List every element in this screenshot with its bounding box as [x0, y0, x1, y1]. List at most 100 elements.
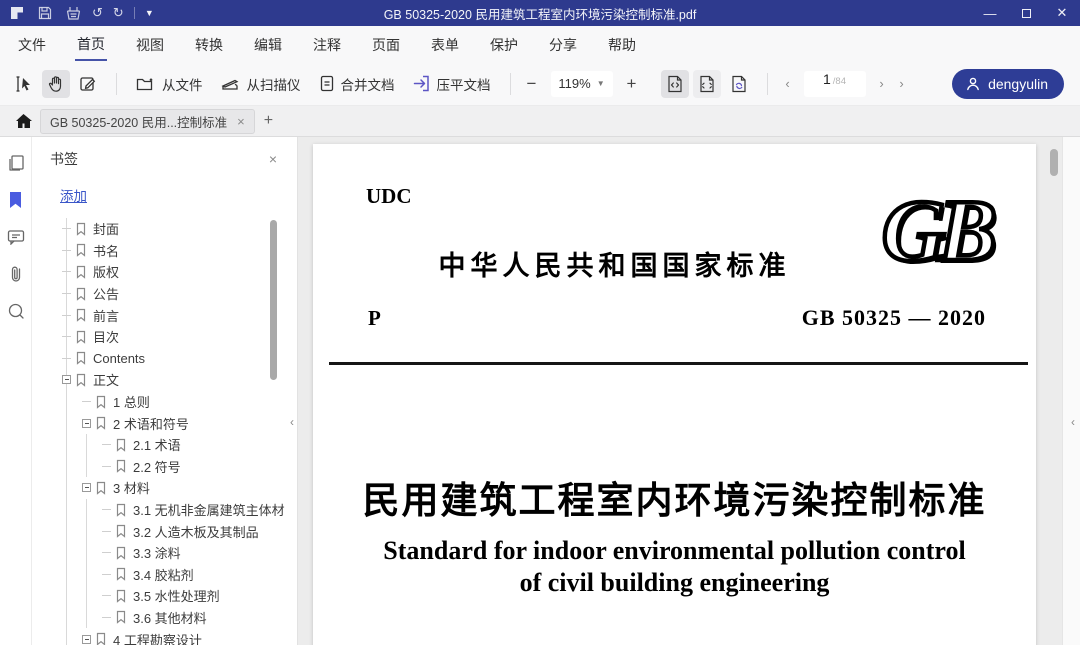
- edit-annotate-button[interactable]: [74, 70, 102, 98]
- bookmark-item[interactable]: 前言: [32, 304, 297, 326]
- page-number-input[interactable]: 1 /84: [804, 71, 866, 97]
- toolbar: 从文件 从扫描仪 合并文档 压平文档 − 119% ▼ +: [0, 62, 1080, 106]
- standard-number: GB 50325 — 2020: [802, 305, 986, 331]
- panel-scrollbar[interactable]: [270, 220, 277, 380]
- menu-tab-share[interactable]: 分享: [547, 28, 579, 60]
- titlebar: ↺ ↻ ▼ GB 50325-2020 民用建筑工程室内环境污染控制标准.pdf…: [0, 0, 1080, 26]
- bookmark-item-label: 3.4 胶粘剂: [133, 565, 194, 584]
- bookmark-item[interactable]: 书名: [32, 240, 297, 262]
- fit-width-button[interactable]: [661, 70, 689, 98]
- customize-toolbar-caret-icon[interactable]: ▼: [145, 8, 154, 18]
- bookmark-item[interactable]: 3.4 胶粘剂: [32, 564, 297, 586]
- standard-title-en-line1: Standard for indoor environmental pollut…: [313, 536, 1036, 566]
- bookmarks-panel-title: 书签: [50, 149, 78, 169]
- bookmark-item[interactable]: 3.1 无机非金属建筑主体材: [32, 499, 297, 521]
- toolbar-divider: [116, 73, 117, 95]
- menu-tab-view[interactable]: 视图: [134, 28, 166, 60]
- comments-panel-icon[interactable]: [6, 227, 26, 247]
- panel-close-icon[interactable]: ×: [269, 151, 277, 167]
- bookmark-item[interactable]: 2.1 术语: [32, 434, 297, 456]
- bookmark-item-label: 3.6 其他材料: [133, 608, 207, 627]
- next-view-button[interactable]: ›: [892, 76, 912, 91]
- from-scanner-label: 从扫描仪: [247, 74, 301, 94]
- add-bookmark-link[interactable]: 添加: [60, 185, 87, 205]
- collapse-toggle-icon[interactable]: [62, 375, 71, 384]
- attachments-panel-icon[interactable]: [6, 264, 26, 284]
- menu-tab-home[interactable]: 首页: [75, 27, 107, 61]
- right-panel-collapse-handle[interactable]: ‹: [1071, 415, 1075, 429]
- zoom-out-button[interactable]: −: [521, 74, 543, 94]
- menu-tab-comment[interactable]: 注释: [311, 28, 343, 60]
- bookmark-item[interactable]: 正文: [32, 369, 297, 391]
- typewriter-icon[interactable]: [64, 4, 82, 22]
- bookmark-glyph-icon: [95, 416, 107, 430]
- bookmark-item[interactable]: 3.2 人造木板及其制品: [32, 520, 297, 542]
- next-page-button[interactable]: ›: [872, 76, 892, 91]
- menu-tab-file[interactable]: 文件: [16, 28, 48, 60]
- from-scanner-button[interactable]: 从扫描仪: [212, 69, 310, 99]
- bookmark-item[interactable]: 封面: [32, 218, 297, 240]
- bookmark-item[interactable]: 3.6 其他材料: [32, 607, 297, 629]
- bookmark-item[interactable]: 1 总则: [32, 391, 297, 413]
- menu-tab-edit[interactable]: 编辑: [252, 28, 284, 60]
- menu-tab-page[interactable]: 页面: [370, 28, 402, 60]
- tab-close-icon[interactable]: ×: [237, 114, 245, 129]
- new-tab-button[interactable]: +: [264, 112, 273, 130]
- bookmark-item-label: Contents: [93, 351, 145, 366]
- menu-tab-convert[interactable]: 转换: [193, 28, 225, 60]
- collapse-toggle-icon[interactable]: [82, 483, 91, 492]
- from-file-label: 从文件: [162, 74, 203, 94]
- panel-collapse-handle[interactable]: ‹: [290, 415, 294, 429]
- user-name-label: dengyulin: [988, 76, 1048, 92]
- bookmark-item-label: 前言: [93, 306, 119, 325]
- minimize-button[interactable]: —: [972, 0, 1008, 26]
- save-icon[interactable]: [36, 4, 54, 22]
- home-tab-button[interactable]: [10, 109, 36, 133]
- document-tab[interactable]: GB 50325-2020 民用...控制标准 ×: [40, 109, 255, 134]
- select-tool-button[interactable]: [10, 70, 38, 98]
- flatten-doc-button[interactable]: 压平文档: [404, 69, 500, 99]
- rotate-view-button[interactable]: [725, 70, 753, 98]
- bookmark-item[interactable]: 4 工程勘察设计: [32, 628, 297, 645]
- search-panel-icon[interactable]: [6, 301, 26, 321]
- bookmark-glyph-icon: [75, 308, 87, 322]
- fit-page-button[interactable]: [693, 70, 721, 98]
- total-pages-label: /84: [833, 76, 846, 87]
- bookmark-item[interactable]: 2.2 符号: [32, 456, 297, 478]
- menu-tab-help[interactable]: 帮助: [606, 28, 638, 60]
- merge-docs-button[interactable]: 合并文档: [310, 69, 404, 99]
- bookmark-item[interactable]: 3 材料: [32, 477, 297, 499]
- bookmark-item[interactable]: 目次: [32, 326, 297, 348]
- bookmark-item[interactable]: 2 术语和符号: [32, 412, 297, 434]
- bookmark-item[interactable]: 3.3 涂料: [32, 542, 297, 564]
- undo-icon[interactable]: ↺: [92, 5, 103, 21]
- page-thumbnails-icon[interactable]: [6, 153, 26, 173]
- udc-label: UDC: [366, 184, 412, 209]
- close-button[interactable]: ✕: [1044, 0, 1080, 26]
- document-scrollbar[interactable]: [1050, 149, 1058, 176]
- bookmark-item-label: 4 工程勘察设计: [113, 630, 202, 645]
- bookmark-item-label: 3.2 人造木板及其制品: [133, 522, 259, 541]
- maximize-icon: [1022, 9, 1031, 18]
- bookmarks-panel-icon[interactable]: [6, 190, 26, 210]
- redo-icon[interactable]: ↻: [113, 5, 124, 21]
- collapse-toggle-icon[interactable]: [82, 635, 91, 644]
- bookmark-item[interactable]: 3.5 水性处理剂: [32, 585, 297, 607]
- user-account-button[interactable]: dengyulin: [952, 69, 1064, 99]
- maximize-button[interactable]: [1008, 0, 1044, 26]
- prev-page-button[interactable]: ‹: [778, 76, 798, 91]
- menu-tab-form[interactable]: 表单: [429, 28, 461, 60]
- chevron-down-icon: ▼: [597, 79, 605, 88]
- bookmark-glyph-icon: [115, 438, 127, 452]
- zoom-level-select[interactable]: 119% ▼: [551, 71, 613, 97]
- collapse-toggle-icon[interactable]: [82, 419, 91, 428]
- zoom-in-button[interactable]: +: [621, 74, 643, 94]
- menu-tab-protect[interactable]: 保护: [488, 28, 520, 60]
- bookmark-item[interactable]: 公告: [32, 283, 297, 305]
- from-file-button[interactable]: 从文件: [127, 69, 212, 99]
- bookmark-item[interactable]: 版权: [32, 261, 297, 283]
- bookmark-item[interactable]: Contents: [32, 348, 297, 370]
- bookmark-item-label: 2.1 术语: [133, 435, 181, 454]
- standard-title-en-line2: of civil building engineering: [313, 568, 1036, 598]
- hand-tool-button[interactable]: [42, 70, 70, 98]
